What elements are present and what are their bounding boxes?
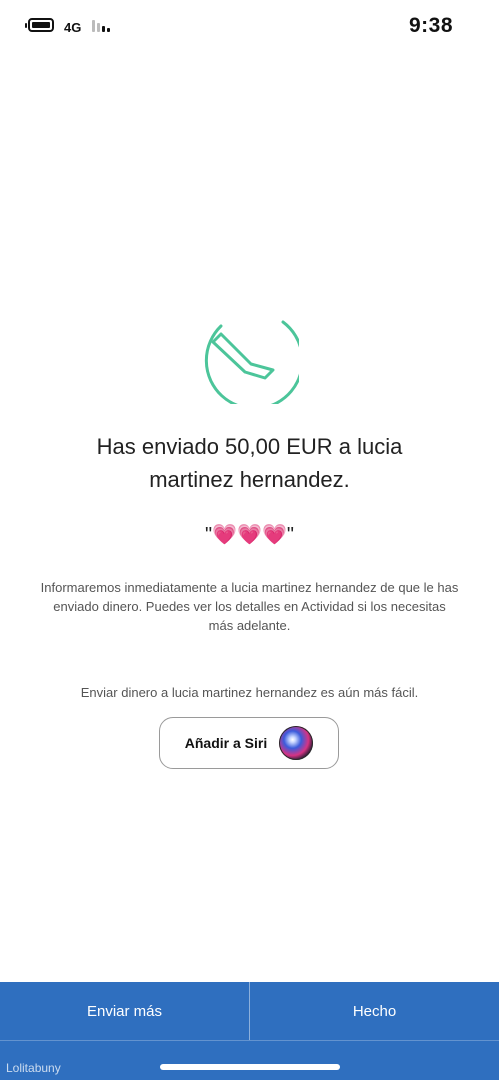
- send-more-label: Enviar más: [86, 1002, 163, 1020]
- status-bar: 4G 9:38: [0, 0, 499, 56]
- payment-note: "💗💗💗": [205, 524, 294, 546]
- battery-icon: [25, 18, 54, 32]
- add-to-siri-button[interactable]: Añadir a Siri: [159, 717, 339, 769]
- done-button[interactable]: Hecho: [250, 982, 499, 1040]
- battery-level: [32, 22, 50, 28]
- add-to-siri-label: Añadir a Siri: [184, 735, 268, 751]
- network-type: 4G: [64, 20, 82, 35]
- send-more-button[interactable]: Enviar más: [0, 982, 249, 1040]
- status-time: 9:38: [408, 14, 453, 37]
- home-indicator[interactable]: [160, 1064, 340, 1070]
- done-label: Hecho: [352, 1002, 397, 1020]
- success-check-icon: [199, 304, 304, 411]
- siri-icon: [279, 726, 314, 760]
- payment-confirmation-screen: 4G 9:38 Has enviado 50,00 EUR a lucia ma…: [0, 0, 499, 1080]
- siri-hint-text: Enviar dinero a lucia martinez hernandez…: [80, 685, 419, 700]
- confirmation-headline: Has enviado 50,00 EUR a lucia martinez h…: [96, 434, 403, 492]
- bottom-bar-separator: [0, 1040, 499, 1041]
- watermark: Lolitabuny: [6, 1061, 61, 1075]
- signal-strength-icon: [92, 18, 116, 32]
- confirmation-info-text: Informaremos inmediatamente a lucia mart…: [40, 580, 459, 633]
